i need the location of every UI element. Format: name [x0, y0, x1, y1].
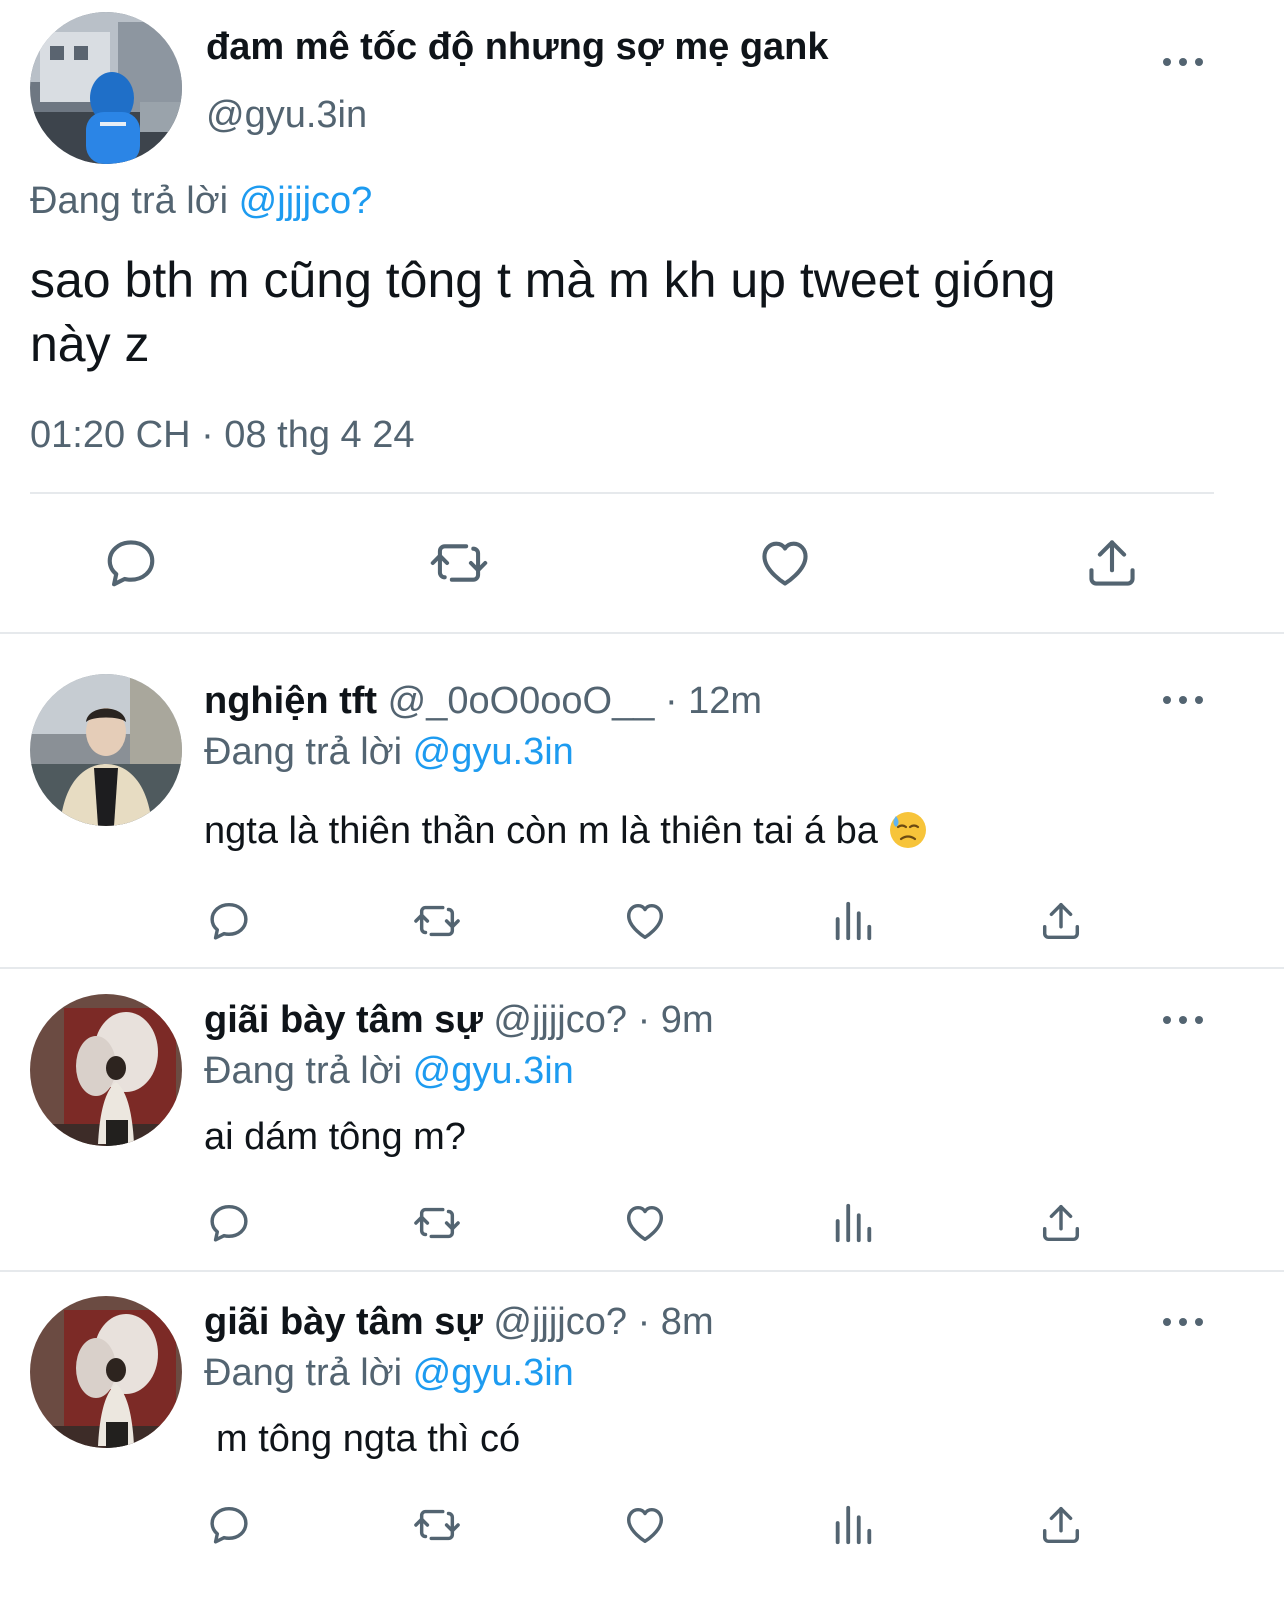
share-icon[interactable]: [1038, 898, 1084, 944]
reply-to-link[interactable]: @gyu.3in: [413, 1050, 574, 1092]
retweet-icon[interactable]: [428, 534, 490, 592]
like-icon[interactable]: [622, 898, 668, 944]
tweet-text-line: sao bth m cũng tông t mà m kh up tweet g…: [30, 252, 1056, 308]
reply-prefix: Đang trả lời: [204, 1352, 403, 1394]
reply-to-link[interactable]: @gyu.3in: [413, 1352, 574, 1394]
share-icon[interactable]: [1038, 1502, 1084, 1548]
reply-prefix: Đang trả lời: [30, 180, 229, 222]
downcast-face-with-sweat-icon: [888, 810, 928, 850]
user-handle[interactable]: @_0oO0ooO__: [388, 680, 655, 722]
user-handle[interactable]: @jjjjco?: [493, 999, 627, 1041]
reply-text: m tông ngta thì có: [216, 1418, 521, 1460]
share-icon[interactable]: [1083, 534, 1141, 592]
divider: [0, 632, 1284, 634]
like-icon[interactable]: [622, 1502, 668, 1548]
views-icon[interactable]: [830, 1200, 876, 1246]
divider: [0, 1270, 1284, 1272]
reply-text: ai dám tông m?: [204, 1116, 466, 1158]
reply-header: giãi bày tâm sự @jjjjco? · 9m: [204, 995, 714, 1045]
reply-time[interactable]: · 8m: [638, 1301, 714, 1343]
more-options-icon[interactable]: [1163, 1312, 1203, 1332]
more-options-icon[interactable]: [1163, 52, 1203, 72]
tweet-text: sao bth m cũng tông t mà m kh up tweet g…: [30, 248, 1056, 376]
retweet-icon[interactable]: [411, 1200, 463, 1246]
share-icon[interactable]: [1038, 1200, 1084, 1246]
user-handle[interactable]: @gyu.3in: [206, 90, 367, 140]
reply-to-link[interactable]: @gyu.3in: [413, 731, 574, 773]
reply-text: ngta là thiên thần còn m là thiên tai á …: [204, 806, 928, 856]
views-icon[interactable]: [830, 898, 876, 944]
more-options-icon[interactable]: [1163, 1010, 1203, 1030]
reply-context: Đang trả lời @gyu.3in: [204, 727, 574, 777]
reply-text-content: ngta là thiên thần còn m là thiên tai á …: [204, 810, 878, 852]
reply-icon[interactable]: [206, 898, 252, 944]
reply-header: nghiện tft @_0oO0ooO__ · 12m: [204, 676, 762, 726]
reply-header: giãi bày tâm sự @jjjjco? · 8m: [204, 1297, 714, 1347]
tweet-text-line: này z: [30, 316, 150, 372]
avatar[interactable]: [30, 12, 182, 164]
reply-prefix: Đang trả lời: [204, 1050, 403, 1092]
divider: [30, 492, 1214, 494]
reply-to-link[interactable]: @jjjjco?: [239, 180, 373, 222]
reply-context: Đang trả lời @gyu.3in: [204, 1046, 574, 1096]
reply-context: Đang trả lời @gyu.3in: [204, 1348, 574, 1398]
avatar[interactable]: [30, 1296, 182, 1448]
reply-prefix: Đang trả lời: [204, 731, 403, 773]
like-icon[interactable]: [622, 1200, 668, 1246]
display-name[interactable]: nghiện tft: [204, 680, 377, 722]
avatar[interactable]: [30, 994, 182, 1146]
tweet-timestamp[interactable]: 01:20 CH · 08 thg 4 24: [30, 410, 414, 460]
retweet-icon[interactable]: [411, 898, 463, 944]
views-icon[interactable]: [830, 1502, 876, 1548]
reply-time[interactable]: · 9m: [638, 999, 714, 1041]
user-handle[interactable]: @jjjjco?: [493, 1301, 627, 1343]
retweet-icon[interactable]: [411, 1502, 463, 1548]
like-icon[interactable]: [756, 534, 814, 592]
reply-icon[interactable]: [206, 1200, 252, 1246]
reply-icon[interactable]: [102, 534, 160, 592]
reply-time[interactable]: · 12m: [665, 680, 762, 722]
more-options-icon[interactable]: [1163, 690, 1203, 710]
display-name[interactable]: giãi bày tâm sự: [204, 1301, 483, 1343]
reply-icon[interactable]: [206, 1502, 252, 1548]
display-name[interactable]: giãi bày tâm sự: [204, 999, 483, 1041]
reply-context: Đang trả lời @jjjjco?: [30, 176, 372, 226]
avatar[interactable]: [30, 674, 182, 826]
display-name[interactable]: đam mê tốc độ nhưng sợ mẹ gank: [206, 22, 829, 72]
divider: [0, 967, 1284, 969]
